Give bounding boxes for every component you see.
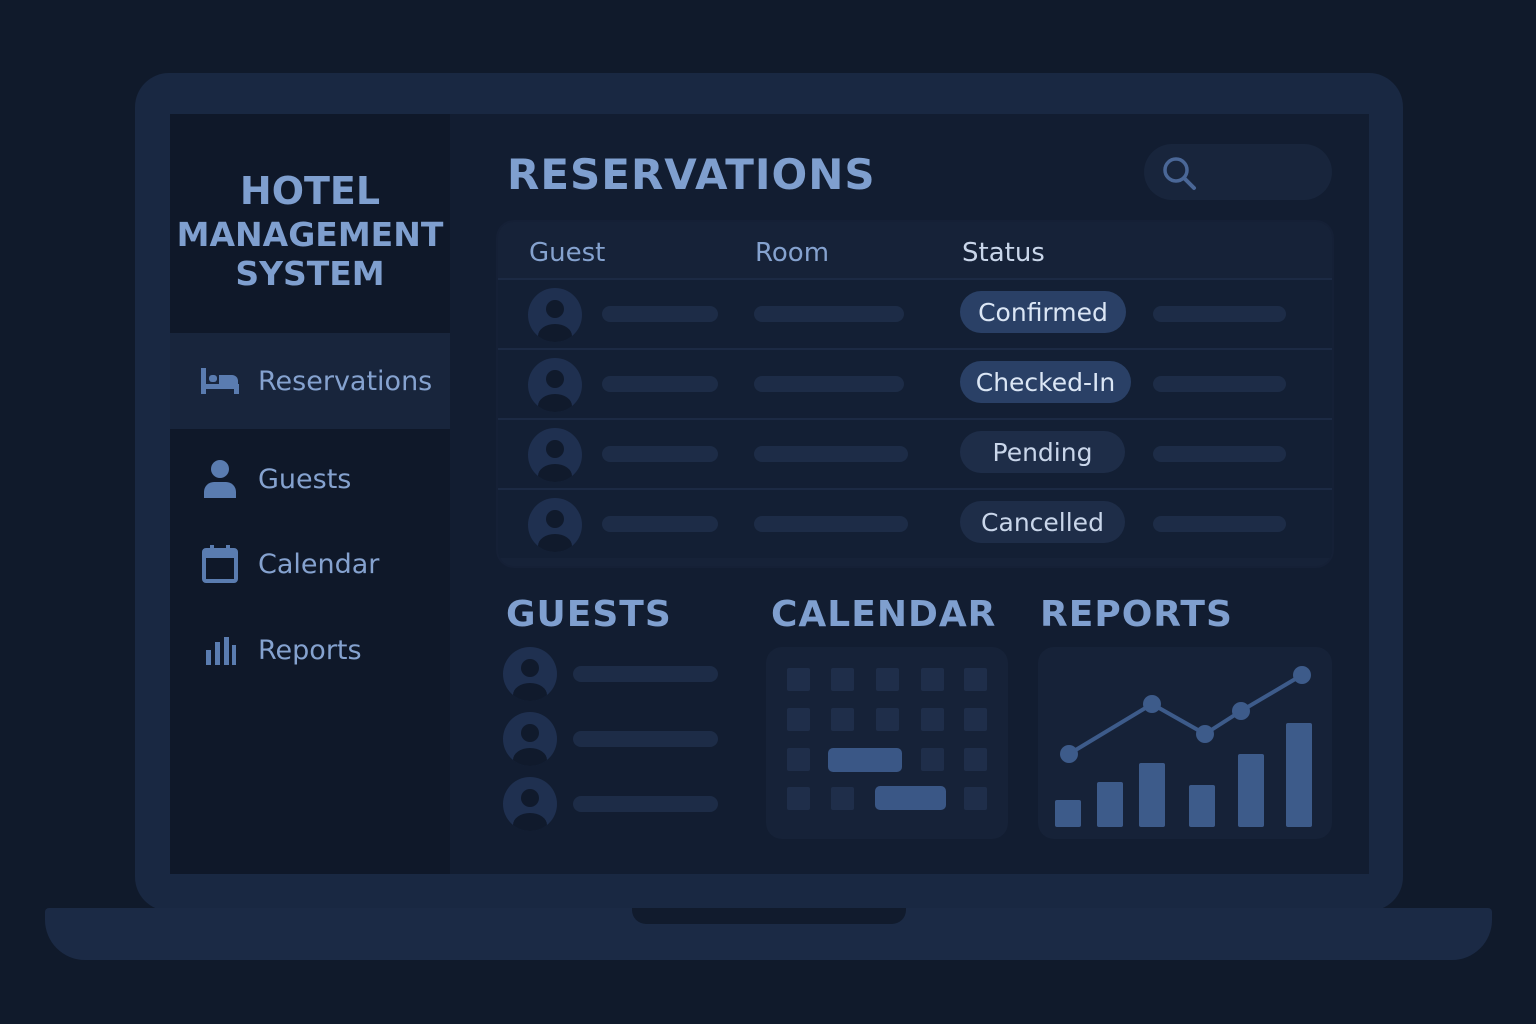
calendar-icon — [200, 544, 240, 584]
sidebar-item-guests[interactable]: Guests — [170, 431, 450, 527]
reports-chart-graphic — [1055, 666, 1312, 827]
room-placeholder — [754, 446, 908, 462]
app-window: HOTEL MANAGEMENT SYSTEM Reservations Gue… — [170, 114, 1369, 874]
column-header-status: Status — [962, 238, 1045, 268]
calendar-section-title: CALENDAR — [771, 594, 997, 635]
page-title: RESERVATIONS — [507, 150, 876, 199]
calendar-day-cell[interactable] — [876, 708, 899, 731]
avatar — [503, 777, 557, 831]
detail-placeholder — [1153, 516, 1286, 532]
sidebar-item-label: Calendar — [258, 548, 380, 580]
guest-name-placeholder — [573, 666, 718, 682]
detail-placeholder — [1153, 306, 1286, 322]
calendar-day-cell[interactable] — [831, 668, 854, 691]
guest-name-placeholder — [573, 731, 718, 747]
calendar-day-cell[interactable] — [964, 668, 987, 691]
chart-bar — [1286, 723, 1312, 827]
reports-section-title: REPORTS — [1040, 594, 1233, 635]
column-header-guest: Guest — [529, 238, 606, 268]
chart-bar — [1139, 763, 1165, 827]
avatar — [503, 712, 557, 766]
guests-section-title: GUESTS — [506, 594, 672, 635]
search-icon — [1162, 156, 1198, 196]
search-input[interactable] — [1144, 144, 1332, 200]
sidebar-item-label: Reservations — [258, 365, 433, 397]
avatar — [528, 288, 582, 342]
calendar-day-cell[interactable] — [787, 668, 810, 691]
calendar-event[interactable] — [875, 786, 946, 810]
guest-name-placeholder — [573, 796, 718, 812]
bed-icon — [200, 361, 240, 401]
room-placeholder — [754, 376, 904, 392]
calendar-day-cell[interactable] — [964, 787, 987, 810]
calendar-day-cell[interactable] — [831, 708, 854, 731]
chart-trend-line — [1067, 673, 1304, 756]
calendar-day-cell[interactable] — [787, 708, 810, 731]
calendar-day-cell[interactable] — [921, 668, 944, 691]
status-badge: Pending — [960, 431, 1125, 473]
guest-name-placeholder — [602, 376, 718, 392]
sidebar-item-label: Reports — [258, 634, 362, 666]
chart-bar — [1238, 754, 1264, 827]
chart-point — [1060, 745, 1078, 763]
column-header-room: Room — [755, 238, 830, 268]
status-badge: Checked-In — [960, 361, 1131, 403]
laptop-notch — [632, 908, 906, 924]
calendar-day-cell[interactable] — [964, 708, 987, 731]
calendar-day-cell[interactable] — [876, 668, 899, 691]
calendar-day-cell[interactable] — [921, 748, 944, 771]
avatar — [528, 358, 582, 412]
chart-bar — [1189, 785, 1215, 827]
chart-point — [1196, 725, 1214, 743]
avatar — [528, 498, 582, 552]
table-row[interactable]: Pending — [498, 418, 1332, 488]
app-title-line-3: SYSTEM — [235, 254, 385, 294]
chart-point — [1293, 666, 1311, 684]
bar-chart-icon — [200, 630, 240, 670]
detail-placeholder — [1153, 446, 1286, 462]
avatar — [528, 428, 582, 482]
reports-chart[interactable] — [1038, 647, 1332, 839]
avatar — [503, 647, 557, 701]
room-placeholder — [754, 516, 908, 532]
sidebar-item-calendar[interactable]: Calendar — [170, 516, 450, 612]
chart-bar — [1055, 800, 1081, 827]
guest-name-placeholder — [602, 446, 718, 462]
calendar-widget[interactable] — [766, 647, 1008, 839]
calendar-event[interactable] — [828, 748, 902, 772]
table-row[interactable]: Cancelled — [498, 488, 1332, 558]
calendar-day-cell[interactable] — [787, 787, 810, 810]
detail-placeholder — [1153, 376, 1286, 392]
app-title-line-1: HOTEL — [239, 169, 381, 213]
person-icon — [200, 459, 240, 499]
chart-bar — [1097, 782, 1123, 827]
list-item[interactable] — [503, 777, 723, 831]
calendar-day-cell[interactable] — [964, 748, 987, 771]
room-placeholder — [754, 306, 904, 322]
reservations-table: Guest Room Status Confirmed Checked-In P… — [496, 220, 1334, 568]
status-badge: Cancelled — [960, 501, 1125, 543]
calendar-day-cell[interactable] — [921, 708, 944, 731]
sidebar-item-reports[interactable]: Reports — [170, 602, 450, 698]
status-badge: Confirmed — [960, 291, 1126, 333]
sidebar: HOTEL MANAGEMENT SYSTEM Reservations Gue… — [170, 114, 450, 874]
chart-point — [1143, 695, 1161, 713]
table-row[interactable]: Confirmed — [498, 278, 1332, 348]
list-item[interactable] — [503, 647, 723, 701]
app-title: HOTEL MANAGEMENT SYSTEM — [170, 169, 450, 294]
table-row[interactable]: Checked-In — [498, 348, 1332, 418]
calendar-day-cell[interactable] — [787, 748, 810, 771]
chart-point — [1232, 702, 1250, 720]
app-title-line-2: MANAGEMENT — [176, 214, 444, 254]
list-item[interactable] — [503, 712, 723, 766]
sidebar-item-label: Guests — [258, 463, 352, 495]
guest-name-placeholder — [602, 306, 718, 322]
sidebar-item-reservations[interactable]: Reservations — [170, 333, 450, 429]
guest-name-placeholder — [602, 516, 718, 532]
calendar-day-cell[interactable] — [831, 787, 854, 810]
